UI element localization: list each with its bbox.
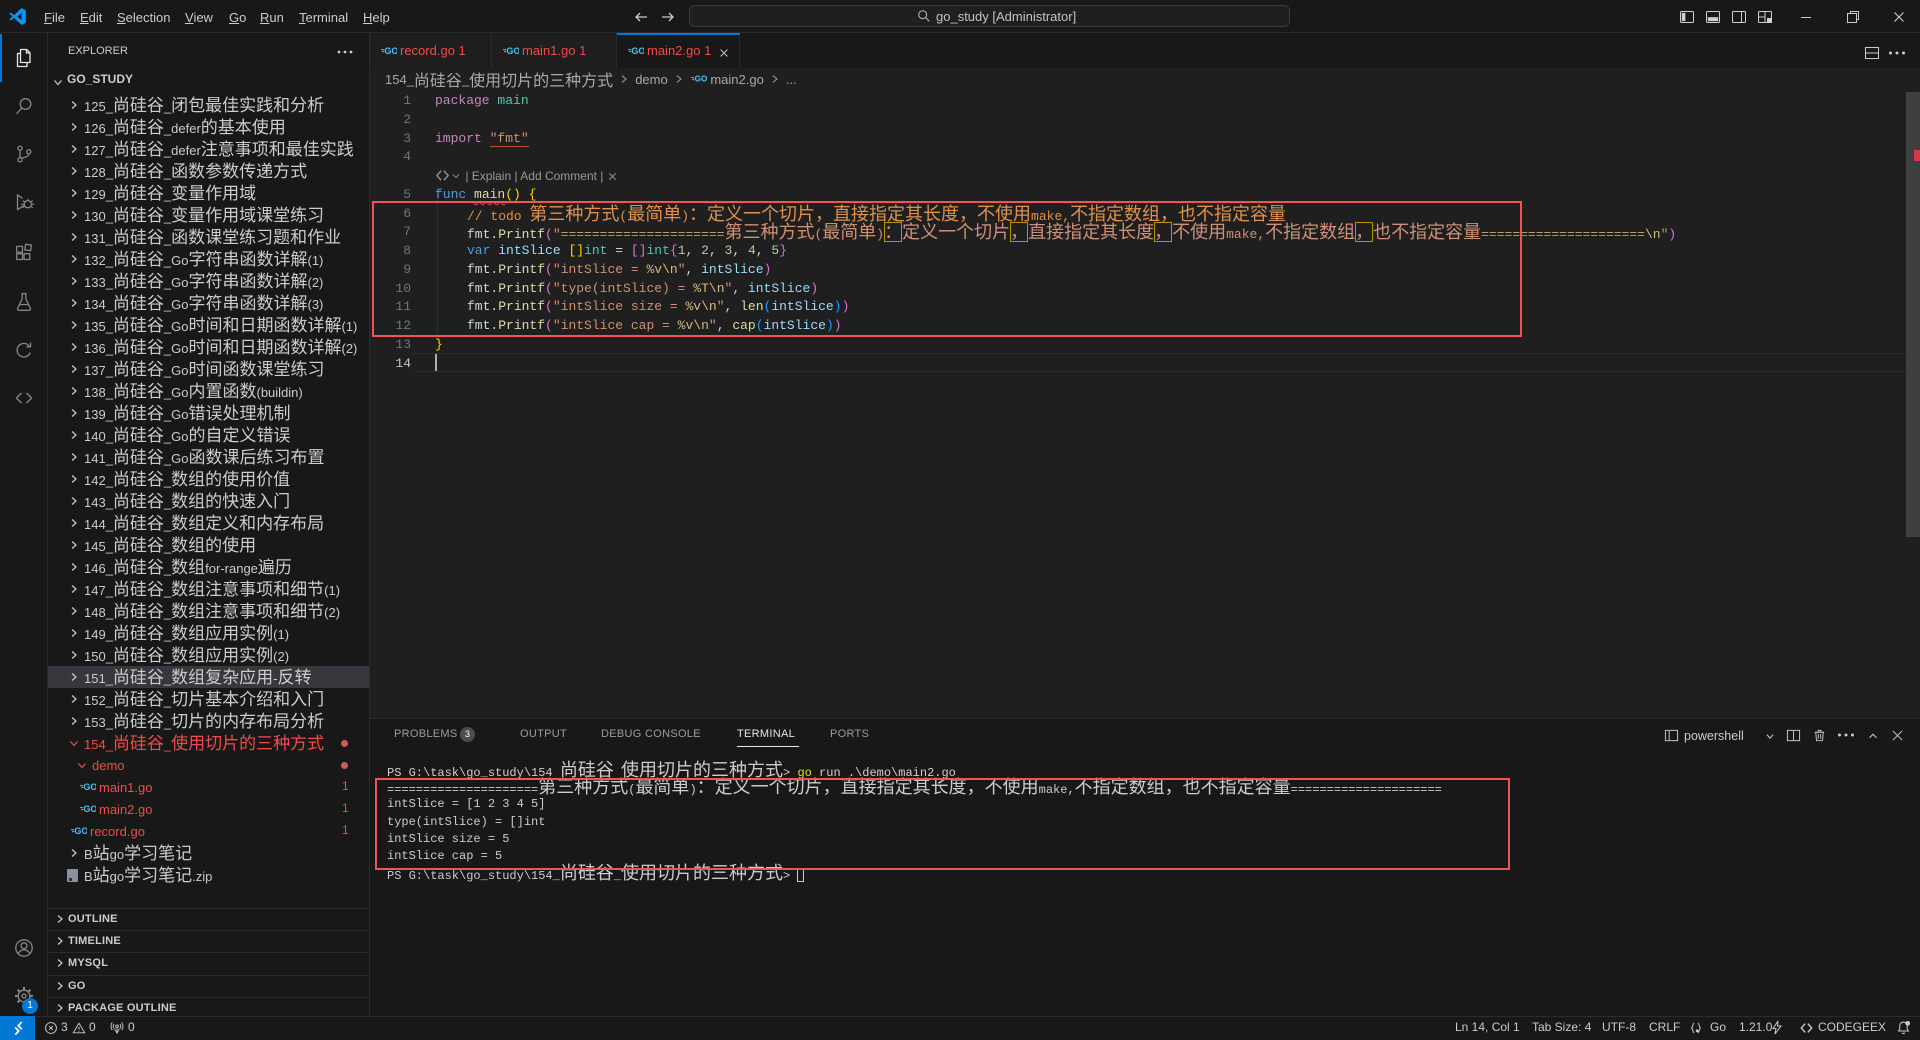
svg-text:GO: GO xyxy=(631,46,644,56)
svg-text:GO: GO xyxy=(83,782,96,792)
svg-text:GO: GO xyxy=(694,75,706,84)
svg-text:GO: GO xyxy=(74,826,87,836)
svg-text:GO: GO xyxy=(83,804,96,814)
svg-text:GO: GO xyxy=(506,46,519,56)
svg-text:GO: GO xyxy=(384,46,397,56)
